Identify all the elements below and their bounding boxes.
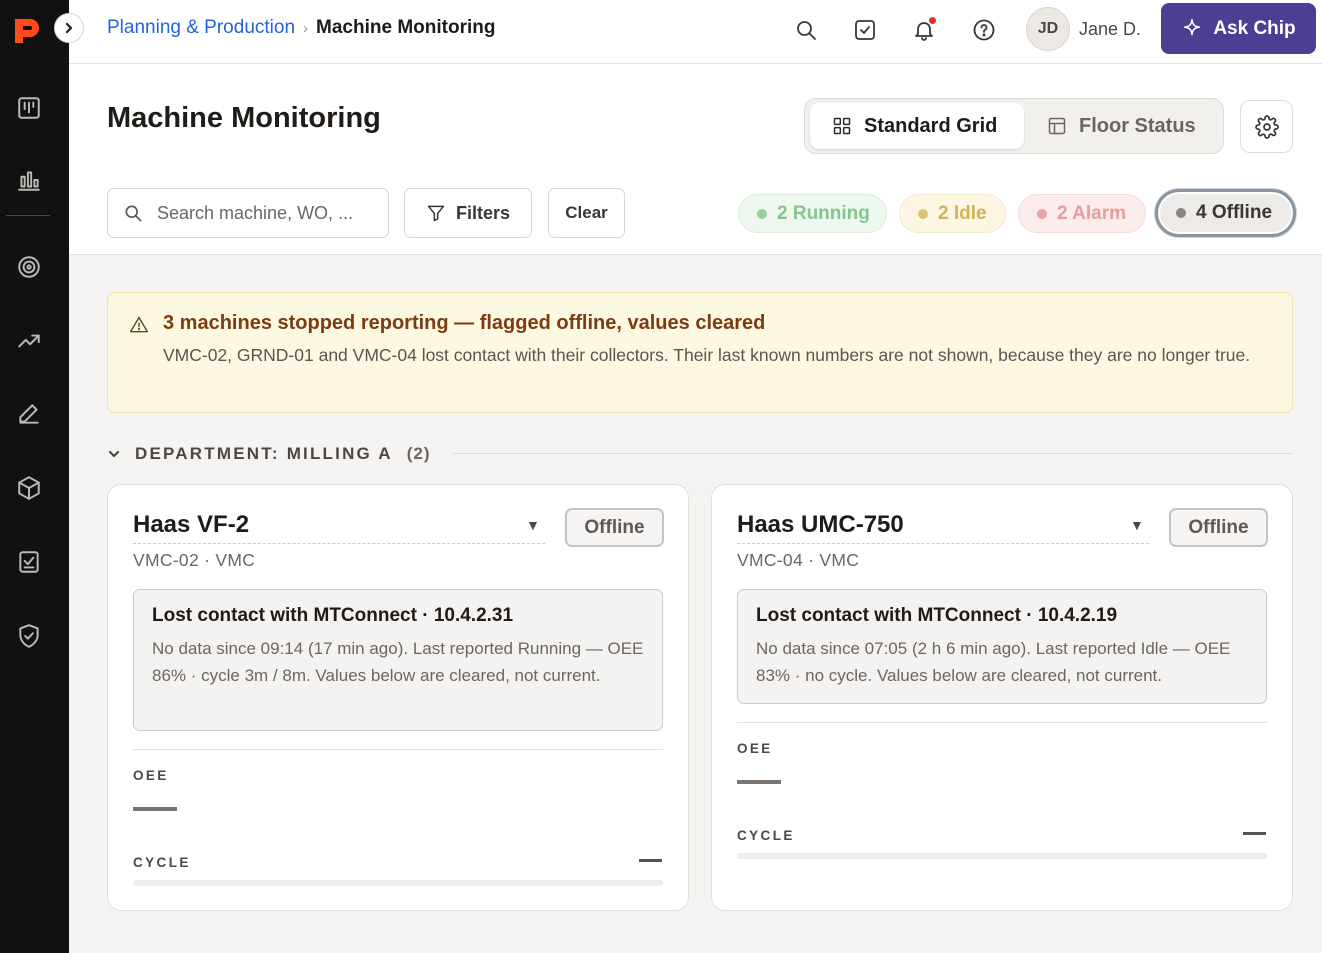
cycle-label: CYCLE bbox=[133, 855, 191, 870]
caret-down-icon[interactable]: ▼ bbox=[526, 517, 540, 533]
cycle-empty-value bbox=[639, 859, 662, 862]
department-divider bbox=[453, 453, 1293, 454]
machine-name-select[interactable]: Haas UMC-750 bbox=[737, 511, 1149, 544]
department-header[interactable]: DEPARTMENT: MILLING A (2) bbox=[107, 443, 431, 465]
alarm-label: 2 Alarm bbox=[1057, 202, 1126, 224]
lost-contact-text: No data since 07:05 (2 h 6 min ago). Las… bbox=[756, 639, 1231, 685]
idle-dot bbox=[918, 208, 928, 219]
running-label: 2 Running bbox=[777, 202, 870, 224]
alarm-dot bbox=[1037, 208, 1047, 219]
bell-icon[interactable] bbox=[909, 15, 939, 45]
filters-button[interactable]: Filters bbox=[404, 188, 532, 238]
help-icon[interactable] bbox=[969, 15, 999, 45]
search-icon[interactable] bbox=[791, 15, 821, 45]
breadcrumb-parent-link[interactable]: Planning & Production bbox=[107, 17, 295, 39]
chevron-down-icon bbox=[108, 450, 120, 458]
card-divider bbox=[737, 722, 1267, 723]
lost-contact-box: Lost contact with MTConnect · 10.4.2.19 … bbox=[737, 589, 1267, 704]
package-icon[interactable] bbox=[14, 473, 44, 503]
view-standard-grid-button[interactable]: Standard Grid bbox=[810, 103, 1024, 149]
board-icon[interactable] bbox=[14, 93, 44, 123]
clear-button[interactable]: Clear bbox=[548, 188, 625, 238]
cycle-empty-value bbox=[1243, 832, 1266, 835]
oee-label: OEE bbox=[737, 741, 773, 756]
status-badge[interactable]: Offline bbox=[565, 508, 664, 547]
machine-card: Haas VF-2 ▼ Offline VMC-02 · VMC Lost co… bbox=[107, 484, 689, 911]
status-chip-alarm[interactable]: 2 Alarm bbox=[1018, 194, 1146, 233]
machine-subtitle: VMC-02 · VMC bbox=[133, 550, 256, 570]
sidebar-divider bbox=[6, 215, 50, 216]
lost-contact-box: Lost contact with MTConnect · 10.4.2.31 … bbox=[133, 589, 663, 731]
ask-chip-label: Ask Chip bbox=[1213, 17, 1296, 39]
view-floor-status-button[interactable]: Floor Status bbox=[1025, 103, 1215, 149]
sparkle-icon bbox=[1184, 18, 1201, 35]
breadcrumb: Planning & Production › Machine Monitori… bbox=[107, 17, 495, 39]
caret-down-icon[interactable]: ▼ bbox=[1130, 517, 1144, 533]
shield-icon[interactable] bbox=[14, 621, 44, 651]
running-dot bbox=[757, 208, 767, 219]
cycle-progress-track bbox=[737, 853, 1267, 859]
sidebar-expand-button[interactable] bbox=[54, 13, 84, 43]
search-box[interactable] bbox=[107, 188, 389, 238]
gear-icon bbox=[1254, 114, 1279, 139]
avatar[interactable]: JD bbox=[1026, 7, 1070, 51]
oee-label: OEE bbox=[133, 768, 169, 783]
notification-dot bbox=[929, 17, 936, 24]
checklist-icon[interactable] bbox=[14, 547, 44, 577]
trend-icon[interactable] bbox=[14, 326, 44, 356]
warning-icon bbox=[129, 315, 149, 335]
oee-empty-value bbox=[133, 807, 177, 811]
status-chip-running[interactable]: 2 Running bbox=[738, 194, 887, 233]
banner-text: VMC-02, GRND-01 and VMC-04 lost contact … bbox=[163, 345, 1251, 365]
offline-warning-banner: 3 machines stopped reporting — flagged o… bbox=[107, 292, 1293, 413]
machine-card: Haas UMC-750 ▼ Offline VMC-04 · VMC Lost… bbox=[711, 484, 1293, 911]
machine-name-select[interactable]: Haas VF-2 bbox=[133, 511, 545, 544]
oee-empty-value bbox=[737, 780, 781, 784]
cycle-progress-track bbox=[133, 880, 663, 886]
banner-title: 3 machines stopped reporting — flagged o… bbox=[163, 312, 766, 334]
chevron-right-icon bbox=[65, 22, 73, 34]
lost-contact-title: Lost contact with MTConnect · 10.4.2.19 bbox=[756, 605, 1118, 626]
target-icon[interactable] bbox=[14, 252, 44, 282]
lost-contact-title: Lost contact with MTConnect · 10.4.2.31 bbox=[152, 605, 514, 626]
tasks-icon[interactable] bbox=[850, 15, 880, 45]
breadcrumb-separator: › bbox=[303, 19, 309, 37]
department-count: (2) bbox=[406, 444, 431, 463]
page-title: Machine Monitoring bbox=[107, 102, 381, 134]
top-bar: Planning & Production › Machine Monitori… bbox=[54, 0, 1322, 64]
grid-icon bbox=[833, 117, 851, 135]
ask-chip-button[interactable]: Ask Chip bbox=[1161, 3, 1316, 54]
filter-icon bbox=[427, 205, 445, 222]
user-name[interactable]: Jane D. bbox=[1079, 19, 1141, 40]
cycle-label: CYCLE bbox=[737, 828, 795, 843]
search-icon bbox=[125, 205, 142, 222]
page-header: Machine Monitoring Standard Grid Floor S… bbox=[69, 64, 1322, 255]
department-label: DEPARTMENT: MILLING A bbox=[135, 444, 393, 463]
card-divider bbox=[133, 749, 663, 750]
view-toggle: Standard Grid Floor Status bbox=[804, 98, 1224, 154]
lost-contact-text: No data since 09:14 (17 min ago). Last r… bbox=[152, 639, 644, 685]
settings-button[interactable] bbox=[1240, 100, 1293, 153]
status-chip-offline[interactable]: 4 Offline bbox=[1155, 189, 1296, 237]
status-chip-idle[interactable]: 2 Idle bbox=[899, 194, 1006, 233]
filters-label: Filters bbox=[455, 202, 511, 223]
status-badge[interactable]: Offline bbox=[1169, 508, 1268, 547]
offline-label: 4 Offline bbox=[1196, 202, 1273, 223]
offline-dot bbox=[1176, 208, 1186, 218]
sidebar bbox=[0, 0, 69, 953]
view-standard-grid-label: Standard Grid bbox=[864, 114, 998, 137]
view-floor-status-label: Floor Status bbox=[1079, 114, 1196, 137]
analytics-icon[interactable] bbox=[14, 165, 44, 195]
machine-subtitle: VMC-04 · VMC bbox=[737, 550, 860, 570]
search-input[interactable] bbox=[157, 202, 357, 224]
layout-icon bbox=[1048, 117, 1066, 135]
breadcrumb-current: Machine Monitoring bbox=[316, 17, 496, 38]
edit-icon[interactable] bbox=[14, 399, 44, 429]
idle-label: 2 Idle bbox=[938, 202, 987, 224]
app-logo-icon[interactable] bbox=[12, 16, 44, 46]
